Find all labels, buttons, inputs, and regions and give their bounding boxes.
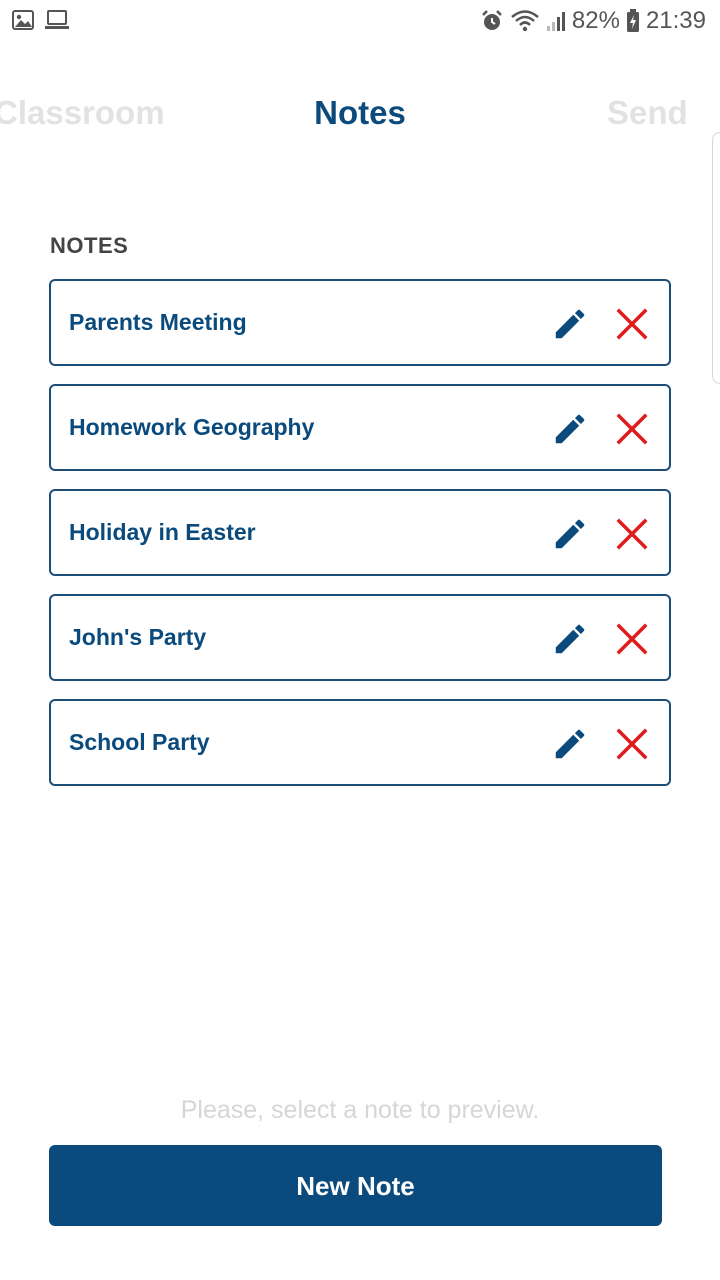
list-item[interactable]: John's Party [49, 594, 671, 681]
list-item[interactable]: Holiday in Easter [49, 489, 671, 576]
status-bar: 82% 21:39 [0, 0, 720, 44]
note-title[interactable]: Holiday in Easter [69, 491, 256, 574]
close-icon[interactable] [615, 412, 649, 446]
close-icon[interactable] [615, 517, 649, 551]
pencil-icon[interactable] [551, 305, 589, 343]
side-panel-edge [712, 132, 720, 384]
notes-screen: 82% 21:39 Classroom Notes Send NOTES Par… [0, 0, 720, 1280]
tab-send[interactable]: Send [607, 94, 688, 132]
notes-list: Parents Meeting Homework Geography Holid… [49, 279, 671, 804]
clock: 21:39 [645, 7, 706, 34]
close-icon[interactable] [615, 622, 649, 656]
pencil-icon[interactable] [551, 410, 589, 448]
image-icon [12, 10, 34, 35]
note-title[interactable]: School Party [69, 701, 210, 784]
laptop-icon [44, 10, 70, 35]
alarm-icon [480, 9, 504, 33]
pencil-icon[interactable] [551, 515, 589, 553]
status-left [12, 10, 70, 35]
battery-percent: 82% [571, 7, 620, 34]
note-title[interactable]: Homework Geography [69, 386, 314, 469]
status-right: 82% 21:39 [480, 7, 706, 35]
close-icon[interactable] [615, 307, 649, 341]
note-title[interactable]: Parents Meeting [69, 281, 247, 364]
close-icon[interactable] [615, 727, 649, 761]
preview-hint: Please, select a note to preview. [180, 1096, 540, 1124]
list-item[interactable]: Homework Geography [49, 384, 671, 471]
signal-icon [546, 10, 566, 32]
section-title: NOTES [50, 233, 129, 258]
list-item[interactable]: Parents Meeting [49, 279, 671, 366]
note-title[interactable]: John's Party [69, 596, 206, 679]
pencil-icon[interactable] [551, 620, 589, 658]
pencil-icon[interactable] [551, 725, 589, 763]
list-item[interactable]: School Party [49, 699, 671, 786]
battery-icon [626, 9, 640, 33]
wifi-icon [510, 9, 540, 33]
new-note-button[interactable]: New Note [49, 1145, 662, 1226]
